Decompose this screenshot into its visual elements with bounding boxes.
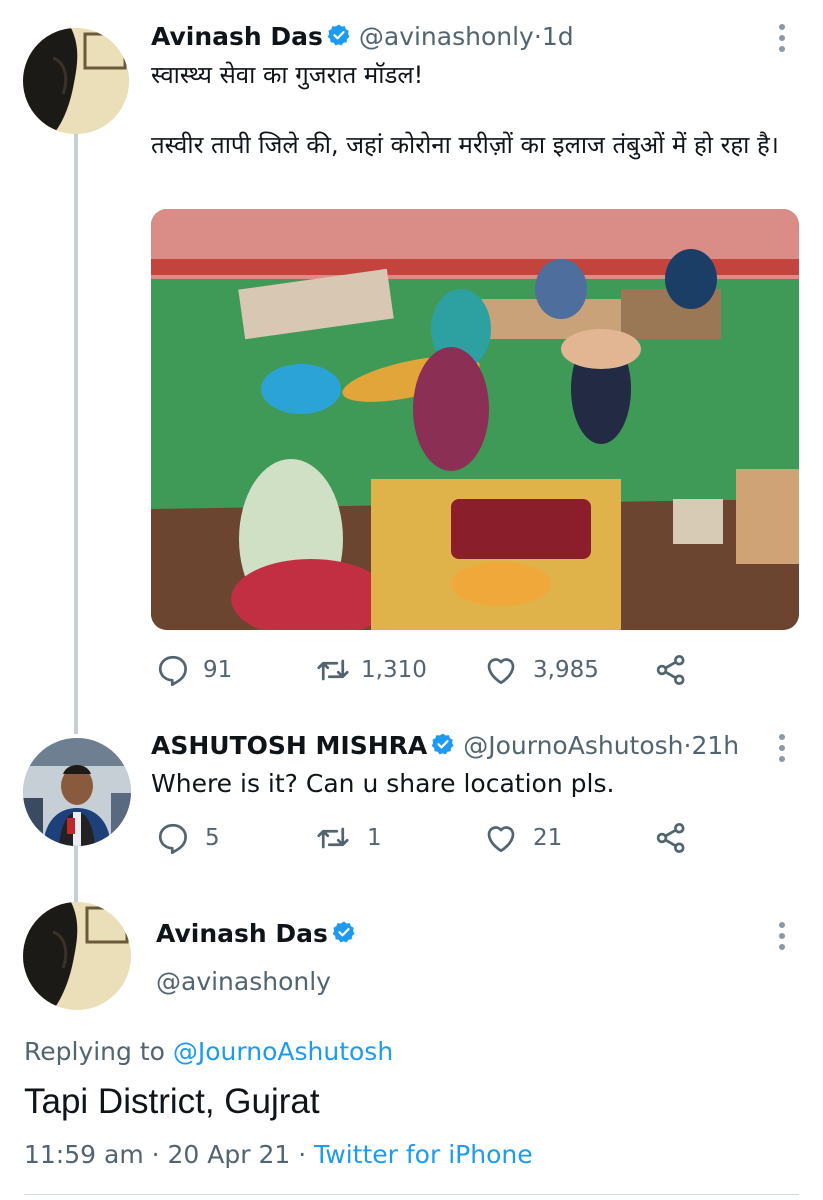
tweet-date[interactable]: 20 Apr 21 — [168, 1140, 291, 1169]
verified-badge-icon — [332, 920, 356, 948]
author-handle[interactable]: @JournoAshutosh — [463, 731, 683, 760]
avatar[interactable] — [23, 902, 131, 1010]
tweet-header: Avinash Das @avinashonly · 1d — [151, 22, 574, 51]
tweet-text: Tapi District, Gujrat — [24, 1082, 320, 1121]
like-count: 3,985 — [533, 657, 599, 683]
tweet-time[interactable]: 11:59 am — [24, 1140, 144, 1169]
replying-to-handle[interactable]: @JournoAshutosh — [173, 1037, 393, 1066]
separator: · — [143, 1140, 168, 1169]
tweet-header: ASHUTOSH MISHRA @JournoAshutosh · 21h — [151, 731, 739, 760]
reply-count: 5 — [205, 825, 220, 851]
timestamp[interactable]: 21h — [691, 731, 739, 760]
author-name[interactable]: Avinash Das — [151, 22, 323, 51]
like-button[interactable]: 21 — [483, 820, 653, 856]
retweet-count: 1,310 — [361, 657, 427, 683]
author-handle[interactable]: @avinashonly — [156, 967, 331, 996]
reply-icon — [155, 820, 191, 856]
author-handle[interactable]: @avinashonly — [359, 22, 534, 51]
retweet-button[interactable]: 1 — [315, 820, 483, 856]
replying-to: Replying to @JournoAshutosh — [24, 1037, 393, 1066]
reply-count: 91 — [203, 657, 233, 683]
separator: · — [683, 731, 692, 760]
more-options-icon[interactable] — [778, 24, 786, 52]
like-count: 21 — [533, 825, 563, 851]
reply-icon — [155, 652, 191, 688]
thread-line-lower — [74, 846, 78, 904]
more-options-icon[interactable] — [778, 734, 786, 762]
verified-badge-icon — [327, 23, 351, 51]
separator: · — [290, 1140, 315, 1169]
tweet-photo[interactable] — [151, 209, 799, 630]
share-icon — [653, 820, 689, 856]
tweet-header: Avinash Das — [156, 919, 356, 948]
verified-badge-icon — [431, 732, 455, 760]
divider — [24, 1194, 799, 1195]
tweet-text-line2: तस्वीर तापी जिले की, जहां कोरोना मरीज़ों… — [151, 131, 779, 159]
tweet-meta: 11:59 am · 20 Apr 21 · Twitter for iPhon… — [24, 1140, 533, 1169]
tweet-source-link[interactable]: Twitter for iPhone — [314, 1140, 532, 1169]
replying-to-label: Replying to — [24, 1037, 173, 1066]
retweet-count: 1 — [367, 825, 382, 851]
more-options-icon[interactable] — [778, 922, 786, 950]
share-button[interactable] — [653, 820, 689, 856]
like-icon — [483, 820, 519, 856]
tweet-text-line1: स्वास्थ्य सेवा का गुजरात मॉडल! — [151, 61, 424, 89]
author-name[interactable]: ASHUTOSH MISHRA — [151, 731, 427, 760]
share-button[interactable] — [653, 652, 689, 688]
reply-button[interactable]: 91 — [155, 652, 315, 688]
tweet-text: Where is it? Can u share location pls. — [151, 769, 615, 798]
thread-line-upper — [74, 132, 78, 734]
tweet-actions: 5 1 21 — [155, 820, 689, 856]
author-name[interactable]: Avinash Das — [156, 919, 328, 948]
avatar[interactable] — [23, 28, 129, 134]
retweet-button[interactable]: 1,310 — [315, 652, 483, 688]
like-button[interactable]: 3,985 — [483, 652, 653, 688]
like-icon — [483, 652, 519, 688]
reply-button[interactable]: 5 — [155, 820, 315, 856]
retweet-icon — [315, 652, 351, 688]
retweet-icon — [315, 820, 351, 856]
timestamp[interactable]: 1d — [542, 22, 574, 51]
share-icon — [653, 652, 689, 688]
separator: · — [533, 22, 542, 51]
avatar[interactable] — [23, 738, 131, 846]
tweet-actions: 91 1,310 3,985 — [155, 652, 689, 688]
